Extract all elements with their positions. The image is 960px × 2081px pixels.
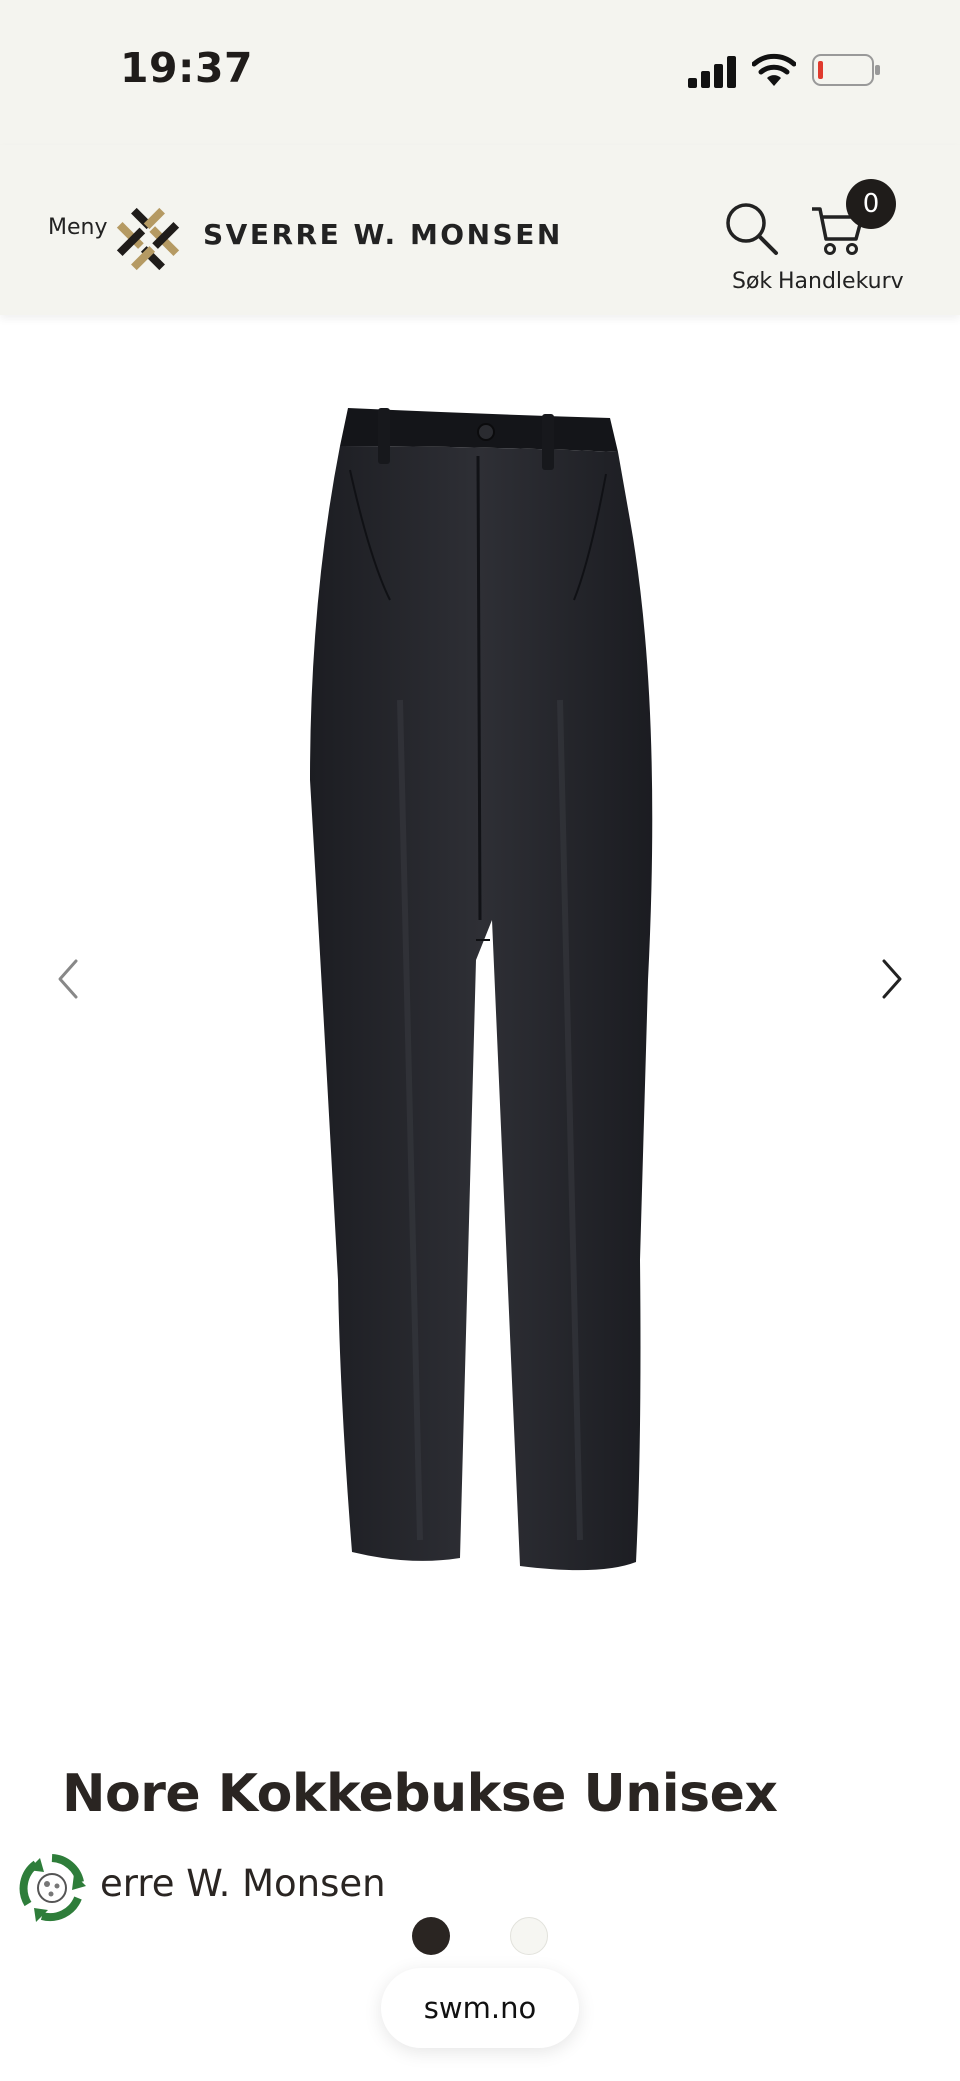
status-bar: 19:37 (0, 0, 960, 145)
chevron-left-icon[interactable] (52, 955, 84, 1003)
cellular-signal-icon (688, 56, 738, 88)
brand-name[interactable]: SVERRE W. MONSEN (203, 218, 563, 251)
cart-label[interactable]: Handlekurv (778, 269, 904, 294)
wifi-icon (752, 52, 796, 88)
search-icon[interactable] (724, 201, 780, 257)
cart-count-badge[interactable]: 0 (846, 179, 896, 229)
product-image-carousel[interactable] (0, 330, 960, 1650)
product-image-trousers[interactable] (300, 400, 670, 1600)
chevron-right-icon[interactable] (876, 955, 908, 1003)
woven-x-logo-icon[interactable] (112, 205, 184, 273)
product-brand: erre W. Monsen (100, 1862, 386, 1905)
carousel-dot-2[interactable] (510, 1917, 548, 1955)
product-title: Nore Kokkebukse Unisex (62, 1764, 777, 1824)
status-time: 19:37 (120, 44, 253, 92)
recycling-badge-icon[interactable] (16, 1852, 88, 1924)
menu-button[interactable]: Meny (48, 215, 107, 240)
site-header: Meny SVERRE W. MONSEN 0 Søk Handlekurv (0, 145, 960, 315)
browser-url-pill[interactable]: swm.no (381, 1968, 579, 2048)
search-label[interactable]: Søk (732, 269, 772, 294)
carousel-dot-1[interactable] (412, 1917, 450, 1955)
battery-low-icon (812, 54, 882, 86)
